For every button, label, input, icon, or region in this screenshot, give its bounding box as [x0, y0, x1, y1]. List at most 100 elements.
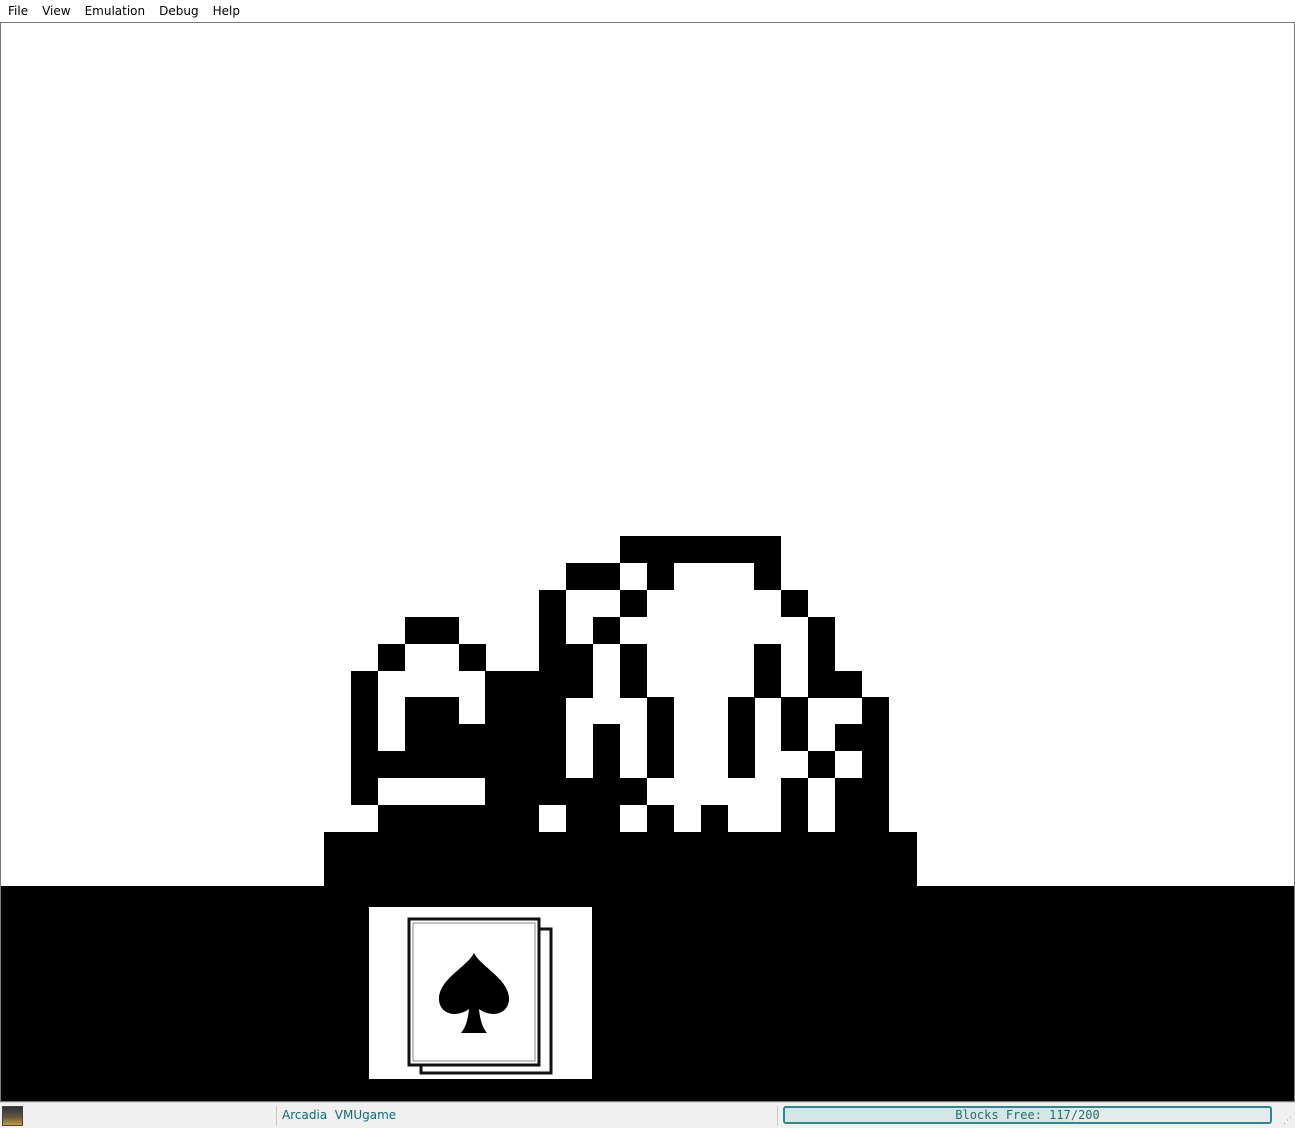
lcd-pixel — [405, 617, 432, 644]
lcd-pixel — [754, 671, 781, 698]
lcd-pixel — [754, 563, 781, 590]
lcd-pixel — [593, 563, 620, 590]
lcd-pixel — [539, 590, 566, 617]
lcd-pixel — [835, 805, 862, 832]
lcd-pixel — [862, 805, 889, 832]
lcd-pixel — [539, 724, 566, 751]
lcd-pixel — [351, 724, 378, 751]
lcd-base — [324, 832, 917, 888]
lcd-pixel — [728, 751, 755, 778]
lcd-pixel — [781, 590, 808, 617]
lcd-pixel — [459, 644, 486, 671]
lcd-ground — [1, 886, 1294, 1101]
lcd-pixel — [351, 778, 378, 805]
lcd-pixel — [781, 805, 808, 832]
lcd-pixel — [647, 805, 674, 832]
lcd-pixel — [378, 751, 405, 778]
blocks-free-bar: Blocks Free: 117/200 — [783, 1106, 1272, 1124]
lcd-pixel — [432, 805, 459, 832]
lcd-pixel — [835, 724, 862, 751]
menu-debug[interactable]: Debug — [152, 0, 205, 22]
lcd-pixel — [647, 536, 674, 563]
status-bar: Arcadia VMUgame Blocks Free: 117/200 ⋰ — [0, 1102, 1295, 1128]
lcd-pixel — [485, 671, 512, 698]
status-separator — [276, 1106, 277, 1126]
lcd-pixel — [405, 805, 432, 832]
lcd-pixel — [647, 697, 674, 724]
lcd-pixel — [405, 724, 432, 751]
lcd-pixel — [781, 778, 808, 805]
lcd-pixel — [862, 751, 889, 778]
lcd-pixel — [647, 751, 674, 778]
arcadia-app-icon — [2, 1106, 23, 1126]
vmu-lcd-display — [1, 536, 1294, 1101]
blocks-free-text: Blocks Free: 117/200 — [955, 1108, 1100, 1122]
menu-emulation[interactable]: Emulation — [78, 0, 153, 22]
lcd-pixel — [620, 590, 647, 617]
lcd-pixel — [539, 617, 566, 644]
lcd-pixel — [862, 697, 889, 724]
lcd-pixel — [566, 778, 593, 805]
lcd-pixel — [593, 778, 620, 805]
lcd-pixel — [781, 724, 808, 751]
lcd-pixel — [539, 778, 566, 805]
lcd-pixel — [351, 697, 378, 724]
lcd-pixel — [539, 697, 566, 724]
emulator-screen[interactable] — [0, 22, 1295, 1102]
lcd-pixel — [539, 671, 566, 698]
lcd-pixel — [405, 751, 432, 778]
lcd-pixel — [835, 671, 862, 698]
lcd-pixel — [432, 697, 459, 724]
lcd-pixel — [781, 697, 808, 724]
lcd-pixel — [808, 644, 835, 671]
menu-file[interactable]: File — [0, 0, 35, 22]
lcd-pixel — [405, 697, 432, 724]
lcd-pixel — [674, 536, 701, 563]
lcd-pixel — [459, 805, 486, 832]
lcd-pixel — [485, 778, 512, 805]
lcd-pixel — [728, 697, 755, 724]
lcd-pixel — [378, 805, 405, 832]
lcd-pixel — [512, 778, 539, 805]
lcd-pixel — [539, 751, 566, 778]
lcd-pixel — [432, 751, 459, 778]
lcd-pixel — [378, 644, 405, 671]
lcd-pixel — [566, 671, 593, 698]
lcd-pixel — [728, 536, 755, 563]
status-separator — [777, 1106, 778, 1126]
lcd-pixel — [593, 724, 620, 751]
lcd-pixel — [566, 563, 593, 590]
lcd-pixel — [701, 805, 728, 832]
lcd-pixel — [485, 697, 512, 724]
lcd-pixel — [620, 644, 647, 671]
lcd-pixel — [512, 805, 539, 832]
lcd-pixel — [620, 778, 647, 805]
lcd-pixel — [728, 724, 755, 751]
lcd-pixel — [835, 778, 862, 805]
resize-grip-icon[interactable]: ⋰ — [1283, 1116, 1293, 1126]
menu-help[interactable]: Help — [206, 0, 247, 22]
lcd-pixel — [593, 805, 620, 832]
status-game-label: Arcadia VMUgame — [282, 1108, 397, 1122]
lcd-pixel — [647, 563, 674, 590]
spade-card-icon — [369, 907, 592, 1079]
menu-view[interactable]: View — [35, 0, 77, 22]
lcd-pixel — [512, 671, 539, 698]
lcd-pixel — [593, 751, 620, 778]
lcd-pixel — [485, 805, 512, 832]
lcd-pixel — [351, 671, 378, 698]
lcd-pixel — [512, 724, 539, 751]
menu-bar: File View Emulation Debug Help — [0, 0, 1295, 22]
lcd-pixel — [647, 724, 674, 751]
lcd-pixel — [862, 724, 889, 751]
lcd-pixel — [459, 724, 486, 751]
lcd-pixel — [862, 778, 889, 805]
lcd-pixel — [808, 617, 835, 644]
lcd-pixel — [351, 751, 378, 778]
lcd-pixel — [432, 617, 459, 644]
lcd-pixel — [566, 644, 593, 671]
lcd-pixel — [485, 751, 512, 778]
lcd-pixel — [485, 724, 512, 751]
lcd-pixel — [620, 671, 647, 698]
lcd-pixel — [754, 536, 781, 563]
